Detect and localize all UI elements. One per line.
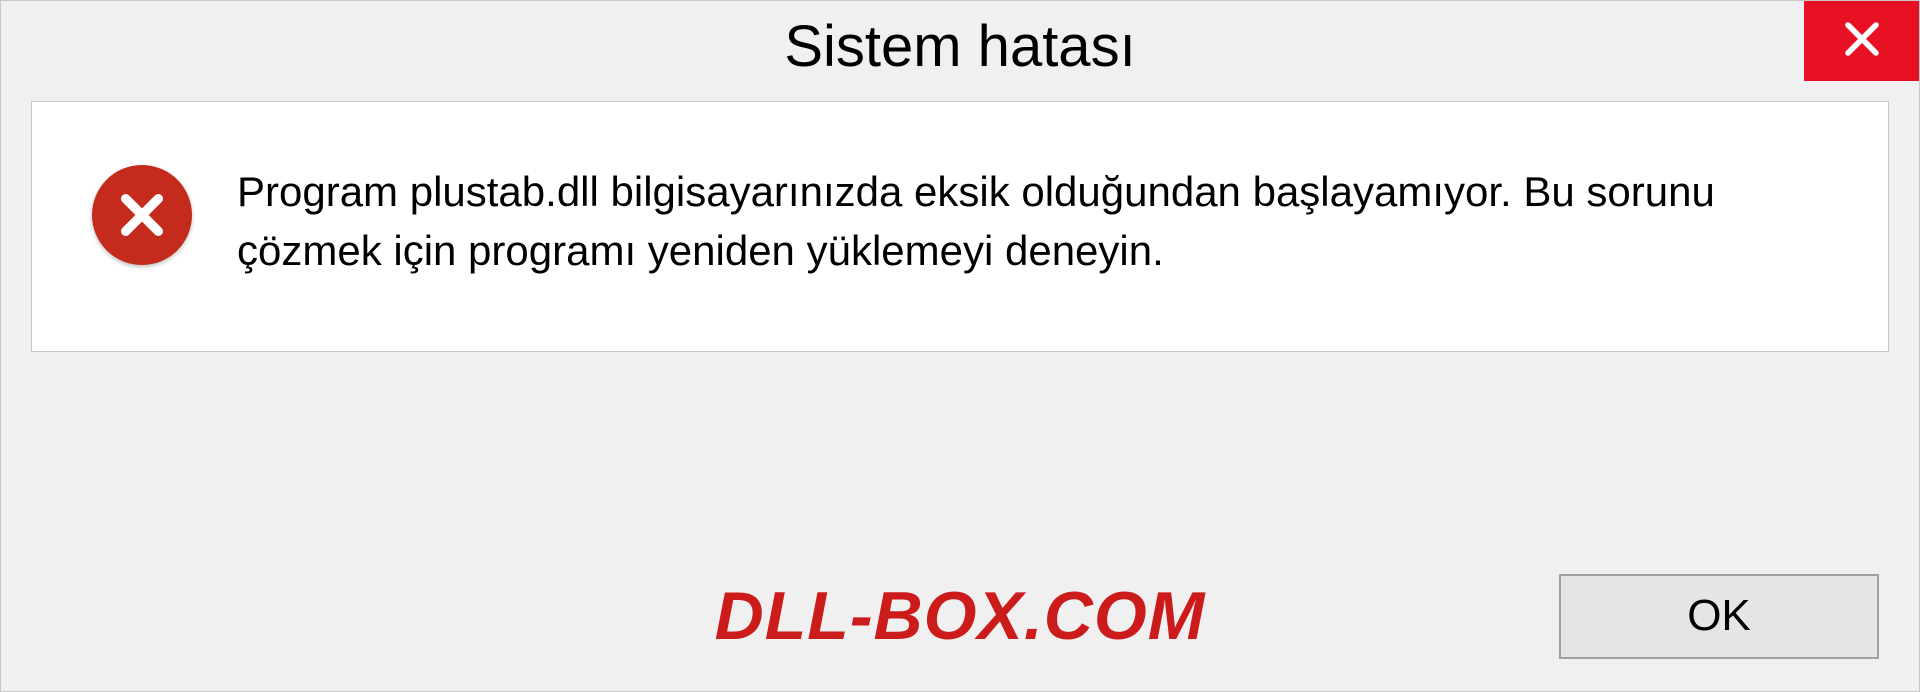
close-icon	[1841, 18, 1883, 65]
dialog-footer: DLL-BOX.COM OK	[1, 566, 1919, 666]
ok-button[interactable]: OK	[1559, 574, 1879, 659]
error-icon	[92, 165, 192, 265]
error-dialog: Sistem hatası Program plustab.dll bilgis…	[0, 0, 1920, 692]
dialog-title: Sistem hatası	[784, 13, 1135, 80]
close-button[interactable]	[1804, 1, 1919, 81]
titlebar: Sistem hatası	[1, 1, 1919, 91]
content-panel: Program plustab.dll bilgisayarınızda eks…	[31, 101, 1889, 352]
error-message: Program plustab.dll bilgisayarınızda eks…	[237, 157, 1828, 281]
watermark-text: DLL-BOX.COM	[715, 577, 1206, 655]
